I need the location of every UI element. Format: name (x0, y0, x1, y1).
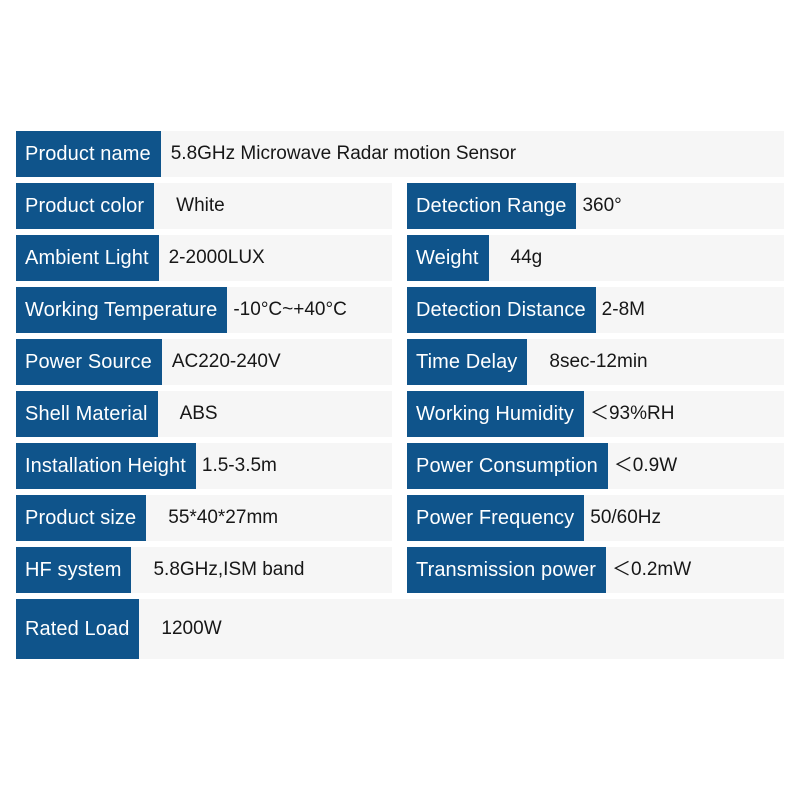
spec-pair: Installation Height 1.5-3.5m (16, 443, 400, 489)
spec-value-power-consumption: ＜0.9W (613, 455, 678, 476)
table-row: Product size 55*40*27mm Power Frequency … (16, 495, 784, 541)
spec-label-hf-system: HF system (16, 547, 132, 593)
spec-pair: Time Delay 8sec-12min (400, 339, 784, 385)
spec-value-weight: 44g (510, 247, 543, 268)
table-row: HF system 5.8GHz,ISM band Transmission p… (16, 547, 784, 593)
spec-value-power-frequency: 50/60Hz (590, 507, 662, 528)
spec-label-product-color: Product color (16, 183, 155, 229)
spec-cell: Installation Height 1.5-3.5m (16, 443, 392, 489)
spec-pair: Ambient Light 2-2000LUX (16, 235, 400, 281)
spec-cell: Rated Load 1200W (16, 599, 784, 659)
spec-label-product-name: Product name (16, 131, 161, 177)
spec-cell: Product size 55*40*27mm (16, 495, 392, 541)
spec-label-power-frequency: Power Frequency (407, 495, 585, 541)
table-row: Product color White Detection Range 360° (16, 183, 784, 229)
spec-pair: Product color White (16, 183, 400, 229)
spec-value-rated-load: 1200W (161, 618, 222, 639)
table-row: Shell Material ABS Working Humidity ＜93%… (16, 391, 784, 437)
spec-value-product-name: 5.8GHz Microwave Radar motion Sensor (170, 143, 517, 164)
specification-table: Product name 5.8GHz Microwave Radar moti… (16, 131, 784, 659)
table-row: Power Source AC220-240V Time Delay 8sec-… (16, 339, 784, 385)
spec-cell: Weight 44g (407, 235, 784, 281)
spec-pair: Shell Material ABS (16, 391, 400, 437)
spec-cell: Detection Distance 2-8M (407, 287, 784, 333)
spec-cell: HF system 5.8GHz,ISM band (16, 547, 392, 593)
spec-value-power-source: AC220-240V (171, 351, 281, 372)
spec-label-weight: Weight (407, 235, 489, 281)
spec-pair: Detection Range 360° (400, 183, 784, 229)
spec-label-working-humidity: Working Humidity (407, 391, 584, 437)
spec-label-working-temperature: Working Temperature (16, 287, 228, 333)
spec-cell: Shell Material ABS (16, 391, 392, 437)
spec-label-power-source: Power Source (16, 339, 162, 385)
spec-cell: Working Temperature -10°C~+40°C (16, 287, 392, 333)
table-row: Ambient Light 2-2000LUX Weight 44g (16, 235, 784, 281)
spec-cell: Product name 5.8GHz Microwave Radar moti… (16, 131, 784, 177)
spec-value-hf-system: 5.8GHz,ISM band (153, 559, 305, 580)
table-row: Rated Load 1200W (16, 599, 784, 659)
spec-pair: Weight 44g (400, 235, 784, 281)
spec-cell: Time Delay 8sec-12min (407, 339, 784, 385)
spec-cell: Ambient Light 2-2000LUX (16, 235, 392, 281)
spec-pair: Detection Distance 2-8M (400, 287, 784, 333)
spec-value-product-color: White (176, 195, 225, 216)
spec-label-detection-range: Detection Range (407, 183, 577, 229)
spec-pair: Working Humidity ＜93%RH (400, 391, 784, 437)
spec-value-product-size: 55*40*27mm (168, 507, 279, 528)
table-row: Working Temperature -10°C~+40°C Detectio… (16, 287, 784, 333)
spec-value-transmission-power: ＜0.2mW (612, 559, 692, 580)
spec-label-product-size: Product size (16, 495, 147, 541)
spec-pair: Power Consumption ＜0.9W (400, 443, 784, 489)
table-row: Installation Height 1.5-3.5m Power Consu… (16, 443, 784, 489)
spec-pair: Product name 5.8GHz Microwave Radar moti… (16, 131, 784, 177)
spec-pair: Working Temperature -10°C~+40°C (16, 287, 400, 333)
spec-label-shell-material: Shell Material (16, 391, 158, 437)
spec-value-working-humidity: ＜93%RH (589, 403, 675, 424)
spec-pair: Product size 55*40*27mm (16, 495, 400, 541)
spec-value-detection-distance: 2-8M (601, 299, 645, 320)
spec-pair: Power Frequency 50/60Hz (400, 495, 784, 541)
spec-cell: Power Source AC220-240V (16, 339, 392, 385)
spec-label-power-consumption: Power Consumption (407, 443, 608, 489)
spec-value-shell-material: ABS (179, 403, 218, 424)
spec-cell: Working Humidity ＜93%RH (407, 391, 784, 437)
spec-label-ambient-light: Ambient Light (16, 235, 159, 281)
spec-value-working-temperature: -10°C~+40°C (233, 299, 347, 320)
spec-pair: HF system 5.8GHz,ISM band (16, 547, 400, 593)
spec-value-time-delay: 8sec-12min (549, 351, 648, 372)
spec-value-detection-range: 360° (582, 195, 622, 216)
spec-cell: Detection Range 360° (407, 183, 784, 229)
spec-cell: Transmission power ＜0.2mW (407, 547, 784, 593)
spec-label-transmission-power: Transmission power (407, 547, 607, 593)
spec-label-installation-height: Installation Height (16, 443, 196, 489)
spec-cell: Power Frequency 50/60Hz (407, 495, 784, 541)
spec-value-ambient-light: 2-2000LUX (168, 247, 265, 268)
spec-label-time-delay: Time Delay (407, 339, 528, 385)
spec-value-installation-height: 1.5-3.5m (201, 455, 277, 476)
spec-cell: Product color White (16, 183, 392, 229)
spec-label-rated-load: Rated Load (16, 599, 140, 659)
spec-pair: Power Source AC220-240V (16, 339, 400, 385)
table-row: Product name 5.8GHz Microwave Radar moti… (16, 131, 784, 177)
spec-pair: Rated Load 1200W (16, 599, 784, 659)
spec-pair: Transmission power ＜0.2mW (400, 547, 784, 593)
spec-label-detection-distance: Detection Distance (407, 287, 596, 333)
spec-cell: Power Consumption ＜0.9W (407, 443, 784, 489)
